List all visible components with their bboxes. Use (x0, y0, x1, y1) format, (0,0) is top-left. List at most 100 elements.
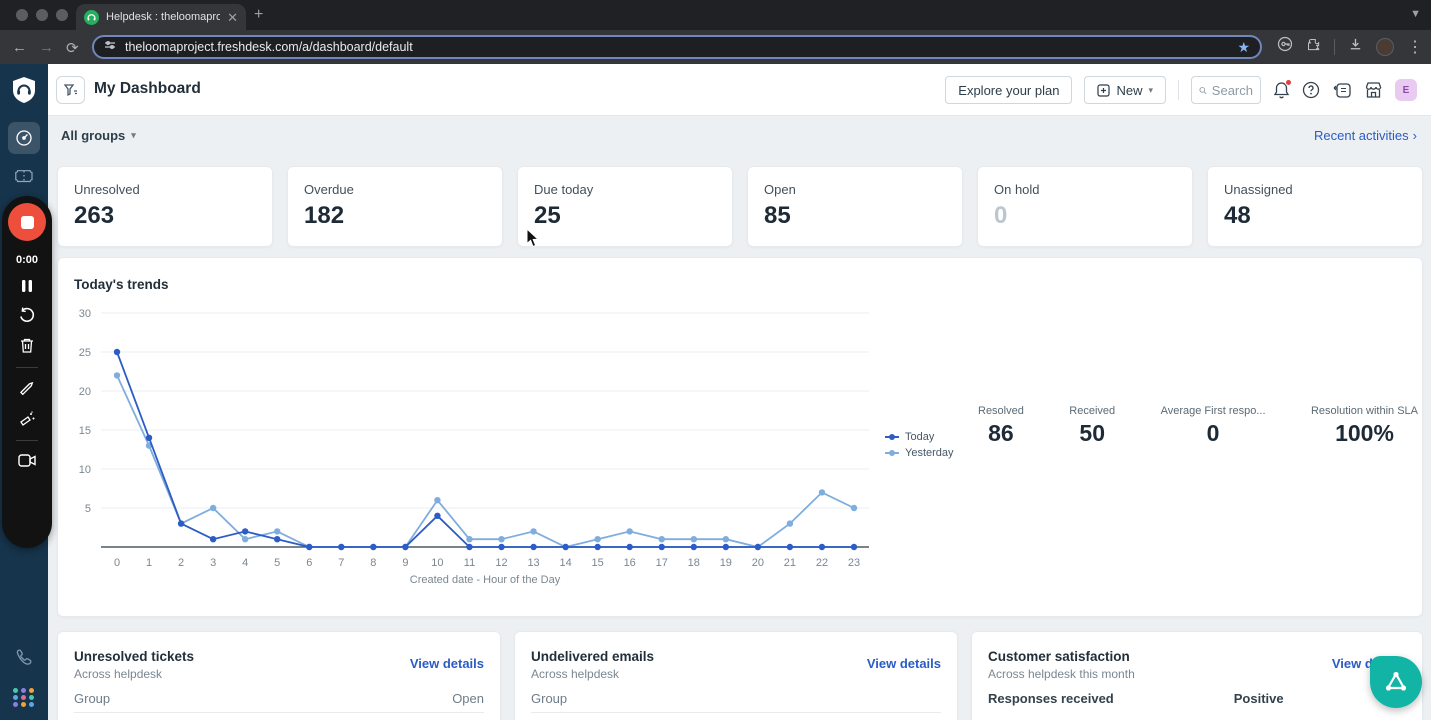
video-camera-icon (18, 454, 36, 467)
pause-recording-button[interactable] (21, 279, 33, 293)
stat-card-open[interactable]: Open 85 (747, 166, 963, 247)
back-icon[interactable]: ← (12, 39, 27, 56)
unresolved-tickets-card: Unresolved tickets Across helpdesk View … (57, 631, 501, 720)
svg-text:6: 6 (306, 557, 312, 569)
stat-card-unresolved[interactable]: Unresolved 263 (57, 166, 273, 247)
effects-button[interactable] (19, 410, 36, 427)
storefront-icon (1365, 82, 1382, 98)
legend-item-today[interactable]: Today (885, 431, 954, 443)
restart-icon (20, 307, 35, 323)
svg-text:14: 14 (559, 557, 571, 569)
url-text[interactable]: theloomaproject.freshdesk.com/a/dashboar… (125, 40, 1228, 54)
draw-tool-button[interactable] (19, 381, 35, 397)
todays-trends-card: Today's trends 5 10 15 20 25 30 0 1 2 3 4 5 6 7 8 9 10 11… (57, 257, 1423, 617)
mouse-cursor (526, 228, 540, 248)
svg-text:21: 21 (784, 557, 796, 569)
ticket-icon (15, 170, 33, 183)
stat-card-overdue[interactable]: Overdue 182 (287, 166, 503, 247)
tab-title: Helpdesk : theloomaproject (106, 11, 221, 23)
table-divider (74, 712, 484, 713)
stop-recording-button[interactable] (8, 203, 46, 241)
trends-line-chart[interactable]: 510152025300 1 2 3 4 5 6 7 8 9 10 11 12 13 14 15 16 17 18 1… (58, 303, 888, 598)
svg-text:25: 25 (79, 347, 91, 359)
browser-menu-icon[interactable]: ⋮ (1407, 37, 1423, 57)
app-switcher-icon[interactable] (13, 688, 35, 707)
svg-text:15: 15 (592, 557, 604, 569)
groups-dropdown[interactable]: All groups ▾ (61, 128, 136, 143)
dashboard-filter-button[interactable] (56, 76, 85, 104)
delete-recording-button[interactable] (19, 337, 35, 354)
kpi-received: Received 50 (1069, 405, 1116, 446)
stat-cards-row: Unresolved 263 Overdue 182 Due today 25 … (57, 166, 1423, 247)
window-controls[interactable] (16, 9, 68, 21)
view-details-link[interactable]: View details (867, 656, 941, 671)
explore-plan-button[interactable]: Explore your plan (945, 76, 1073, 104)
view-details-link[interactable]: View details (410, 656, 484, 671)
svg-text:8: 8 (370, 557, 376, 569)
table-divider (531, 712, 941, 713)
site-info-icon[interactable] (104, 38, 116, 56)
today-series-marker (885, 434, 899, 440)
chart-legend: Today Yesterday (885, 431, 954, 459)
header-divider (1178, 80, 1179, 100)
phone-icon (16, 649, 32, 665)
stat-card-due-today[interactable]: Due today 25 (517, 166, 733, 247)
svg-text:0: 0 (114, 557, 120, 569)
new-tab-button[interactable]: + (254, 7, 263, 23)
stat-card-unassigned[interactable]: Unassigned 48 (1207, 166, 1423, 247)
forward-icon[interactable]: → (39, 39, 54, 56)
reload-icon[interactable]: ⟳ (66, 39, 79, 57)
freshworks-widget-button[interactable] (1370, 656, 1422, 708)
plus-square-icon (1097, 83, 1111, 97)
restart-recording-button[interactable] (18, 306, 36, 324)
kpi-row: Resolved 86 Received 50 Average First re… (978, 405, 1418, 447)
svg-text:5: 5 (85, 503, 91, 515)
marketplace-button[interactable] (1364, 81, 1383, 99)
svg-text:16: 16 (624, 557, 636, 569)
stat-card-on-hold[interactable]: On hold 0 (977, 166, 1193, 247)
camera-toggle-button[interactable] (18, 454, 36, 467)
svg-text:5: 5 (274, 557, 280, 569)
search-input[interactable]: Search (1191, 76, 1261, 104)
tab-search-chevron-icon[interactable]: ▼ (1410, 8, 1421, 20)
notification-badge (1285, 79, 1292, 86)
password-manager-icon[interactable] (1277, 36, 1293, 57)
tab-close-icon[interactable]: ✕ (227, 11, 238, 24)
downloads-icon[interactable] (1348, 37, 1363, 57)
svg-text:10: 10 (79, 464, 91, 476)
freshworks-switcher-button[interactable] (1332, 82, 1352, 99)
svg-text:3: 3 (210, 557, 216, 569)
screen: Helpdesk : theloomaproject ✕ + ▼ ← → ⟳ t… (0, 0, 1431, 720)
trash-icon (21, 338, 33, 353)
toolbar-separator (1334, 38, 1335, 55)
svg-text:20: 20 (752, 557, 764, 569)
svg-text:15: 15 (79, 425, 91, 437)
svg-text:4: 4 (242, 557, 248, 569)
help-button[interactable] (1302, 81, 1320, 99)
freshdesk-logo (11, 76, 37, 109)
legend-item-yesterday[interactable]: Yesterday (885, 447, 954, 459)
magic-wand-icon (19, 411, 34, 426)
sidebar-item-tickets[interactable] (14, 168, 34, 189)
svg-text:1: 1 (146, 557, 152, 569)
new-button[interactable]: New ▾ (1084, 76, 1166, 104)
user-avatar[interactable]: E (1395, 79, 1417, 101)
filter-funnel-icon (63, 83, 77, 96)
svg-text:7: 7 (338, 557, 344, 569)
kpi-avg-first-response: Average First respo... 0 (1160, 405, 1266, 446)
recent-activities-link[interactable]: Recent activities › (1314, 128, 1417, 143)
browser-tab[interactable]: Helpdesk : theloomaproject ✕ (76, 4, 246, 30)
notifications-button[interactable] (1273, 79, 1292, 99)
sidebar-item-dashboard[interactable] (8, 122, 40, 154)
sidebar-item-phone[interactable] (14, 648, 33, 672)
svg-text:10: 10 (431, 557, 443, 569)
svg-text:12: 12 (495, 557, 507, 569)
url-bar[interactable]: theloomaproject.freshdesk.com/a/dashboar… (92, 35, 1262, 59)
svg-text:Created date - Hour of the Day: Created date - Hour of the Day (410, 574, 561, 586)
browser-profile-avatar[interactable] (1376, 37, 1394, 56)
stop-icon (20, 215, 34, 229)
bookmark-star-icon[interactable]: ★ (1237, 39, 1250, 56)
undelivered-emails-card: Undelivered emails Across helpdesk View … (514, 631, 958, 720)
extensions-puzzle-icon[interactable] (1306, 37, 1321, 57)
app-header: My Dashboard Explore your plan New ▾ Sea… (48, 64, 1431, 116)
